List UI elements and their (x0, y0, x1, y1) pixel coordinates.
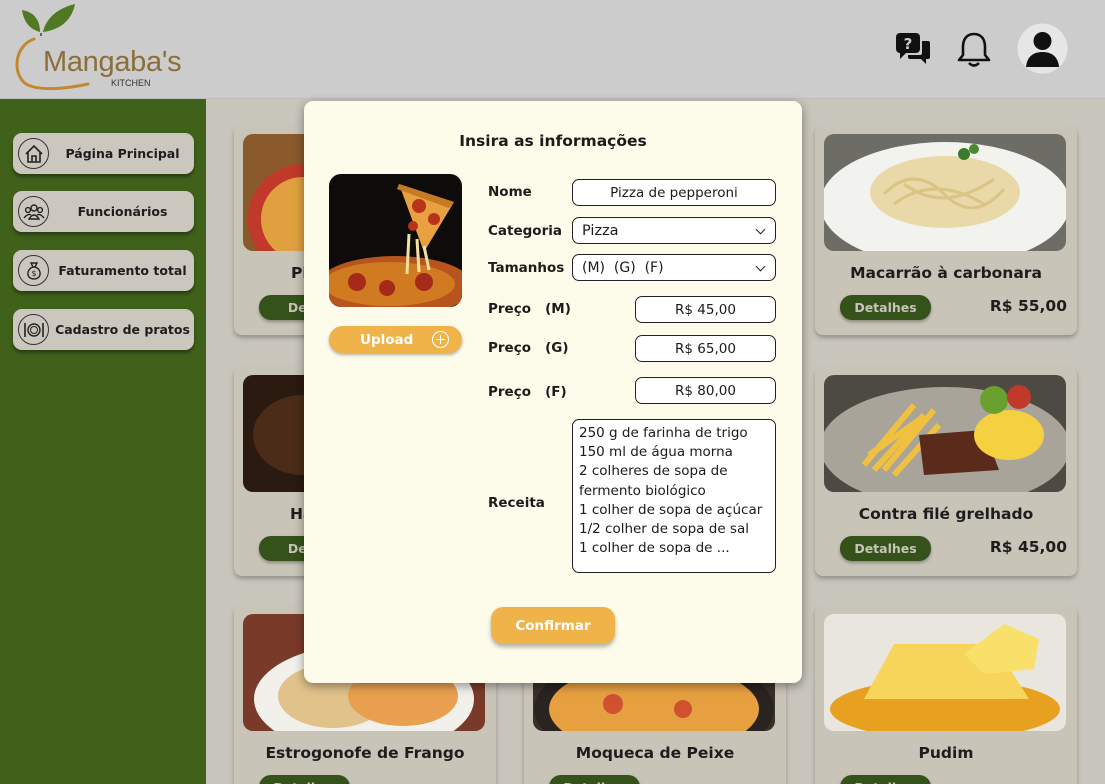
dish-image (824, 375, 1066, 492)
dish-image (824, 134, 1066, 251)
bell-icon[interactable] (956, 30, 992, 68)
preco-m-input[interactable]: R$ 45,00 (635, 296, 776, 323)
plate-icon (18, 314, 49, 345)
dish-title: Estrogonofe de Frango (265, 744, 465, 762)
svg-text:?: ? (904, 35, 913, 53)
receita-label: Receita (488, 495, 545, 511)
tamanhos-select[interactable]: (M) (G) (F) (572, 254, 776, 281)
chevron-down-icon (755, 261, 766, 272)
recipe-line: fermento biológico (579, 482, 706, 499)
sidebar-item-label: Cadastro de pratos (55, 322, 190, 337)
nome-input[interactable]: Pizza de pepperoni (572, 179, 776, 206)
recipe-line: 1 colher de sopa de açúcar (579, 501, 763, 518)
tamanhos-label: Tamanhos (488, 260, 565, 276)
recipe-line: 2 colheres de sopa de (579, 463, 728, 480)
preco-m-label: Preço (M) (488, 301, 571, 317)
top-header: Mangaba's KITCHEN ? (0, 0, 1105, 99)
dish-image (824, 614, 1066, 731)
details-button[interactable]: Detalhes (840, 536, 931, 561)
recipe-line: 1/2 colher de sopa de sal (579, 521, 749, 538)
sidebar-item-funcionarios[interactable]: Funcionários (13, 191, 194, 232)
recipe-line: 1 colher de sopa de ... (579, 540, 730, 557)
dish-title: Pudim (918, 744, 974, 762)
dish-price: R$ 45,00 (989, 538, 1067, 556)
tamanhos-value: (M) (G) (F) (582, 259, 664, 276)
user-avatar-icon[interactable] (1017, 23, 1068, 74)
nome-label: Nome (488, 184, 532, 200)
dish-card[interactable]: Pudim Detalhes (815, 605, 1077, 784)
dish-card[interactable]: Contra filé grelhado Detalhes R$ 45,00 (815, 366, 1077, 576)
sidebar-item-faturamento[interactable]: $ Faturamento total (13, 250, 194, 291)
sidebar-item-pagina-principal[interactable]: Página Principal (13, 133, 194, 174)
chevron-down-icon (755, 224, 766, 235)
sidebar: Página Principal Funcionários $ Faturame… (0, 99, 206, 784)
dish-title: Macarrão à carbonara (850, 264, 1042, 282)
categoria-value: Pizza (582, 222, 619, 239)
plus-circle-icon (432, 331, 449, 348)
svg-text:$: $ (31, 269, 36, 278)
dish-price: R$ 55,00 (989, 297, 1067, 315)
categoria-label: Categoria (488, 223, 562, 239)
details-button[interactable]: Detalhes (549, 775, 640, 784)
details-button[interactable]: Detalhes (840, 295, 931, 320)
modal-title: Insira as informações (459, 132, 647, 150)
preco-g-input[interactable]: R$ 65,00 (635, 335, 776, 362)
home-icon (18, 138, 49, 169)
add-dish-modal: Insira as informações Upload Nome Pizza … (304, 101, 802, 683)
dish-title: Contra filé grelhado (858, 505, 1034, 523)
confirm-button[interactable]: Confirmar (491, 607, 615, 644)
recipe-line: 250 g de farinha de trigo (579, 425, 748, 441)
dish-photo-preview (329, 174, 462, 307)
dish-card[interactable]: Macarrão à carbonara Detalhes R$ 55,00 (815, 125, 1077, 335)
recipe-line: 150 ml de água morna (579, 444, 733, 461)
details-button[interactable]: Detalhes (840, 775, 931, 784)
preco-f-input[interactable]: R$ 80,00 (635, 377, 776, 404)
details-button[interactable]: Detalhes (259, 775, 350, 784)
preco-g-label: Preço (G) (488, 340, 569, 356)
categoria-select[interactable]: Pizza (572, 217, 776, 244)
money-bag-icon: $ (18, 255, 49, 286)
sidebar-item-cadastro-pratos[interactable]: Cadastro de pratos (13, 309, 194, 350)
help-chat-icon[interactable]: ? (894, 31, 932, 67)
upload-button[interactable]: Upload (329, 326, 462, 353)
receita-textarea[interactable]: 250 g de farinha de trigo 150 ml de água… (572, 419, 776, 573)
preco-f-label: Preço (F) (488, 384, 567, 400)
brand-logo[interactable]: Mangaba's KITCHEN (10, 2, 182, 94)
brand-subtitle: KITCHEN (111, 78, 151, 88)
brand-name: Mangaba's (43, 46, 182, 78)
sidebar-item-label: Faturamento total (58, 263, 187, 278)
dish-title: Moqueca de Peixe (575, 744, 735, 762)
sidebar-item-label: Funcionários (77, 204, 168, 219)
sidebar-item-label: Página Principal (65, 146, 180, 161)
upload-label: Upload (360, 332, 414, 348)
people-icon (18, 196, 49, 227)
